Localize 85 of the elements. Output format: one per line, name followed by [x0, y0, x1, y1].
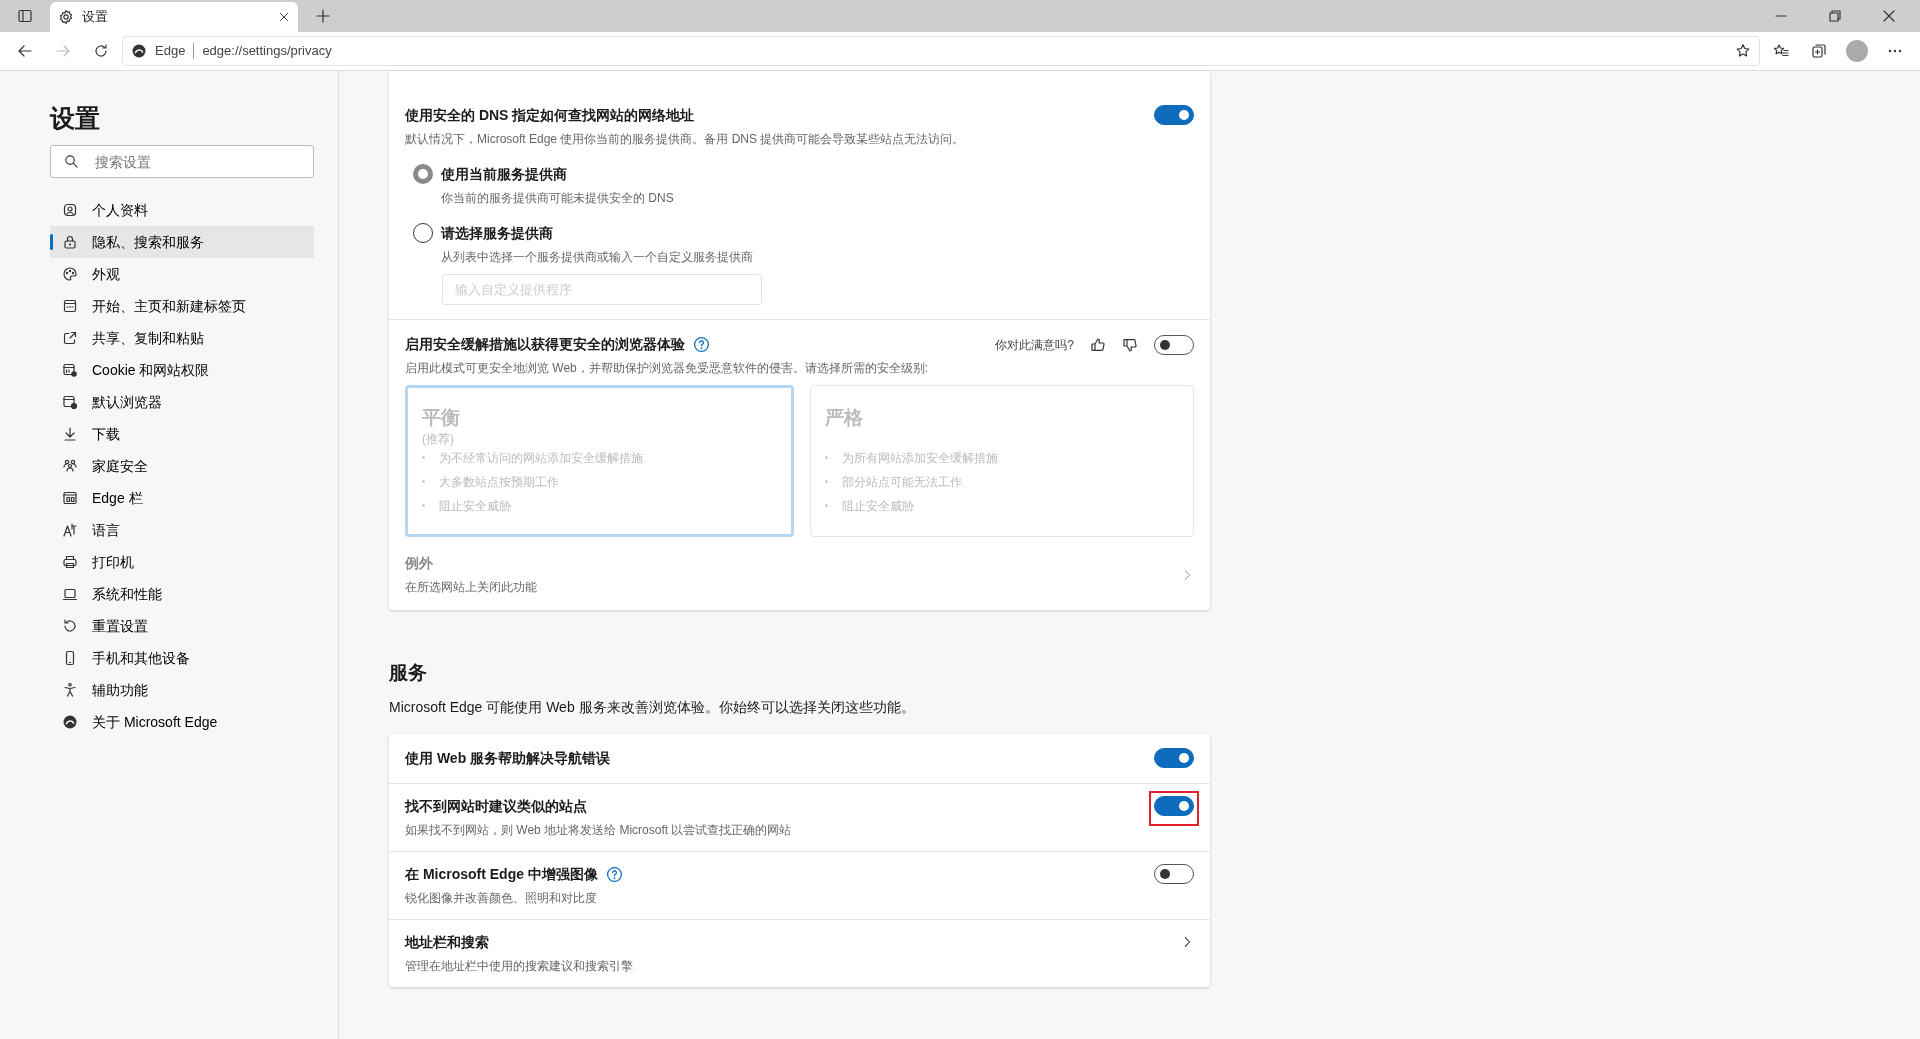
thumbs-up-icon[interactable] — [1090, 336, 1106, 353]
plus-icon — [315, 8, 331, 24]
setting-description: 锐化图像并改善颜色、照明和对比度 — [405, 889, 598, 907]
favorites-icon — [1773, 43, 1789, 59]
setting-title: 使用安全的 DNS 指定如何查找网站的网络地址 — [405, 106, 696, 125]
sidebar-item[interactable]: 关于 Microsoft Edge — [50, 706, 314, 738]
exceptions-link[interactable]: 例外 在所选网站上关闭此功能 — [405, 553, 1194, 596]
sidebar-item[interactable]: 打印机 — [50, 546, 314, 578]
feedback-question: 你对此满意吗? — [995, 336, 1074, 354]
setting-title: 地址栏和搜索 — [405, 932, 489, 952]
palette-icon — [62, 266, 78, 282]
setting-description: 启用此模式可更安全地浏览 Web，并帮助保护浏览器免受恶意软件的侵害。请选择所需的安全级别: — [405, 360, 930, 377]
thumbs-down-icon[interactable] — [1122, 336, 1138, 353]
sidebar-item[interactable]: 语言 — [50, 514, 314, 546]
option-label: 请选择服务提供商 — [441, 224, 554, 243]
setting-title: 在 Microsoft Edge 中增强图像 — [405, 864, 598, 884]
sidebar-item[interactable]: Cookie 和网站权限 — [50, 354, 314, 386]
tab-actions-icon — [17, 8, 33, 24]
forward-icon — [55, 43, 71, 59]
settings-icon — [58, 9, 74, 25]
sidebar-item[interactable]: 辅助功能 — [50, 674, 314, 706]
browser-tab[interactable]: 设置 — [50, 2, 298, 32]
sidebar-item[interactable]: 个人资料 — [50, 194, 314, 226]
setting-title: 启用安全缓解措施以获得更安全的浏览器体验 — [405, 335, 685, 354]
browser-check-icon — [62, 394, 78, 410]
search-icon — [64, 154, 79, 169]
sidebar-item[interactable]: 开始、主页和新建标签页 — [50, 290, 314, 322]
sidebar-item[interactable]: 家庭安全 — [50, 450, 314, 482]
sidebar-item[interactable]: 重置设置 — [50, 610, 314, 642]
sidebar-item[interactable]: 手机和其他设备 — [50, 642, 314, 674]
avatar-icon — [1846, 40, 1868, 62]
restore-icon — [1827, 8, 1843, 24]
share-icon — [62, 330, 78, 346]
edge-logo-icon — [62, 714, 78, 730]
reset-icon — [62, 618, 78, 634]
sidebar-item[interactable]: 隐私、搜索和服务 — [50, 226, 314, 258]
cookie-settings-icon — [62, 362, 78, 378]
toggle-switch[interactable] — [1154, 334, 1194, 355]
help-icon[interactable] — [605, 865, 623, 883]
setting-title: 使用 Web 服务帮助解决导航错误 — [405, 748, 611, 768]
lock-icon — [62, 234, 78, 250]
sidebar-title: 设置 — [50, 103, 101, 133]
language-icon — [62, 522, 78, 538]
sidebar-item[interactable]: 外观 — [50, 258, 314, 290]
help-icon[interactable] — [693, 336, 710, 353]
sidebar-item[interactable]: 默认浏览器 — [50, 386, 314, 418]
address-bar[interactable]: Edge edge://settings/privacy — [122, 36, 1760, 66]
star-plus-icon[interactable] — [1735, 43, 1751, 59]
accessibility-icon — [62, 682, 78, 698]
setting-description: 如果找不到网站，则 Web 地址将发送给 Microsoft 以尝试查找正确的网站 — [405, 821, 792, 839]
family-icon — [62, 458, 78, 474]
section-heading: 服务 — [389, 662, 428, 685]
option-description: 从列表中选择一个服务提供商或输入一个自定义服务提供商 — [441, 249, 753, 266]
setting-description: 管理在地址栏中使用的搜索建议和搜索引擎 — [405, 957, 633, 975]
site-label: Edge — [155, 42, 186, 61]
printer-icon — [62, 554, 78, 570]
option-description: 你当前的服务提供商可能未提供安全的 DNS — [441, 190, 674, 207]
option-label: 使用当前服务提供商 — [441, 165, 568, 184]
close-icon — [1881, 8, 1897, 24]
radio-button[interactable] — [413, 223, 433, 243]
section-description: Microsoft Edge 可能使用 Web 服务来改善浏览体验。你始终可以选择关闭这些功能。 — [389, 697, 916, 717]
minimize-icon — [1775, 15, 1787, 17]
sidebar-panel-icon — [62, 490, 78, 506]
toggle-switch[interactable] — [1154, 105, 1194, 125]
toggle-switch[interactable] — [1154, 747, 1194, 768]
refresh-icon — [93, 43, 109, 59]
collections-icon — [1811, 43, 1827, 59]
setting-title: 找不到网站时建议类似的站点 — [405, 796, 587, 816]
back-icon — [17, 43, 33, 59]
download-icon — [62, 426, 78, 442]
sidebar-item[interactable]: Edge 栏 — [50, 482, 314, 514]
sidebar-item[interactable]: 共享、复制和粘贴 — [50, 322, 314, 354]
sidebar-item[interactable]: 系统和性能 — [50, 578, 314, 610]
laptop-icon — [62, 586, 78, 602]
profile-icon — [62, 202, 78, 218]
edge-logo-icon — [131, 43, 147, 59]
setting-description: 默认情况下，Microsoft Edge 使用你当前的服务提供商。备用 DNS 提供商可能会导致某些站点无法访问。 — [405, 131, 965, 148]
sidebar-item[interactable]: 下载 — [50, 418, 314, 450]
search-field[interactable]: 搜索设置 — [50, 145, 314, 178]
close-icon[interactable] — [278, 11, 290, 23]
url-text: edge://settings/privacy — [202, 42, 333, 61]
radio-button[interactable] — [413, 164, 433, 184]
toggle-switch[interactable] — [1154, 795, 1194, 816]
window-icon — [62, 298, 78, 314]
toggle-switch[interactable] — [1154, 863, 1194, 884]
